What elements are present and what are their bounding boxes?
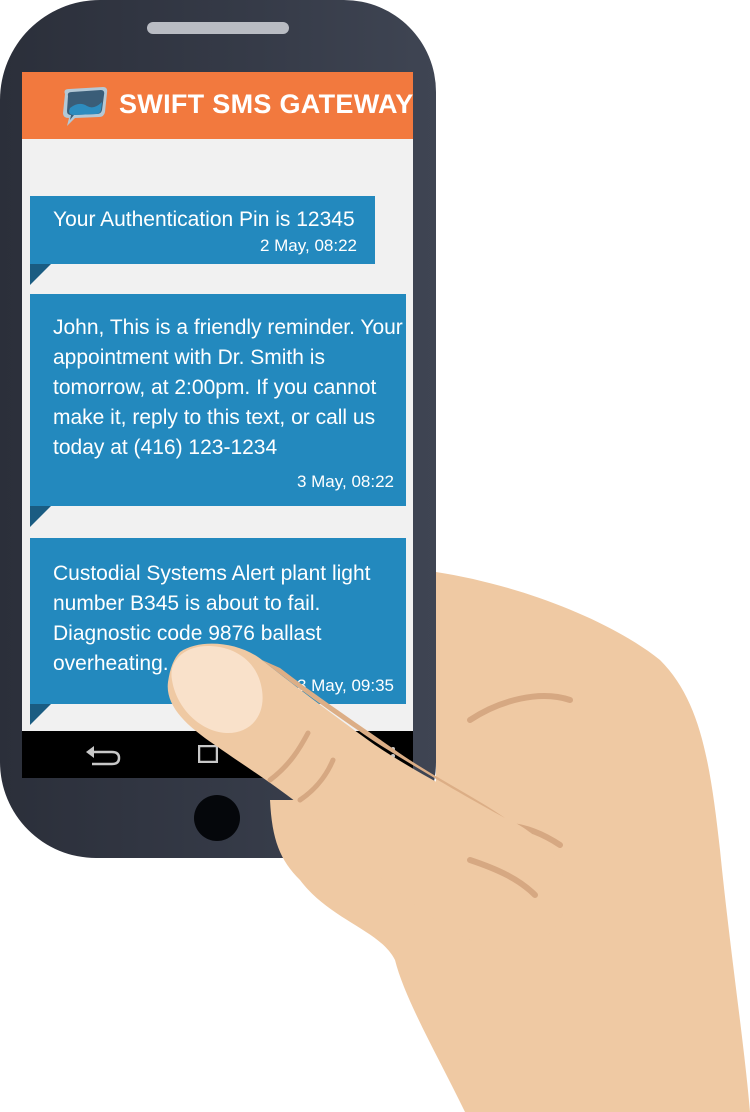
bubble-tail [30,264,51,285]
message-timestamp: 3 May, 09:35 [296,676,394,695]
android-nav-bar [22,731,413,778]
phone-speaker [147,22,289,34]
message-timestamp: 2 May, 08:22 [259,236,357,255]
sms-message[interactable]: Custodial Systems Alert plant light numb… [30,538,406,725]
speech-bubble-icon [63,87,108,126]
home-icon[interactable] [198,745,218,763]
message-text: Your Authentication Pin is 12345 [53,208,355,231]
message-timestamp: 3 May, 08:22 [296,472,394,491]
phone-body: SWIFT SMS GATEWAY Your Authentication Pi… [0,0,436,858]
app-header: SWIFT SMS GATEWAY [22,72,413,139]
palm-crease [467,822,563,848]
web-crease [467,857,538,898]
message-text: John, This is a friendly reminder. Your … [53,316,403,459]
palm-crease [467,693,573,723]
sms-message[interactable]: Your Authentication Pin is 12345 2 May, … [30,196,375,285]
app-title: SWIFT SMS GATEWAY [119,89,413,119]
message-text: Custodial Systems Alert plant light numb… [53,562,371,675]
bubble-tail [30,704,51,725]
phone-screen: SWIFT SMS GATEWAY Your Authentication Pi… [22,72,413,778]
overflow-menu-icon[interactable] [388,746,398,766]
phone-in-hand-scene: SWIFT SMS GATEWAY Your Authentication Pi… [0,0,750,1112]
sms-message[interactable]: John, This is a friendly reminder. Your … [30,294,406,527]
bubble-tail [30,506,51,527]
home-button[interactable] [194,795,240,841]
back-arrow-icon[interactable] [84,743,122,767]
